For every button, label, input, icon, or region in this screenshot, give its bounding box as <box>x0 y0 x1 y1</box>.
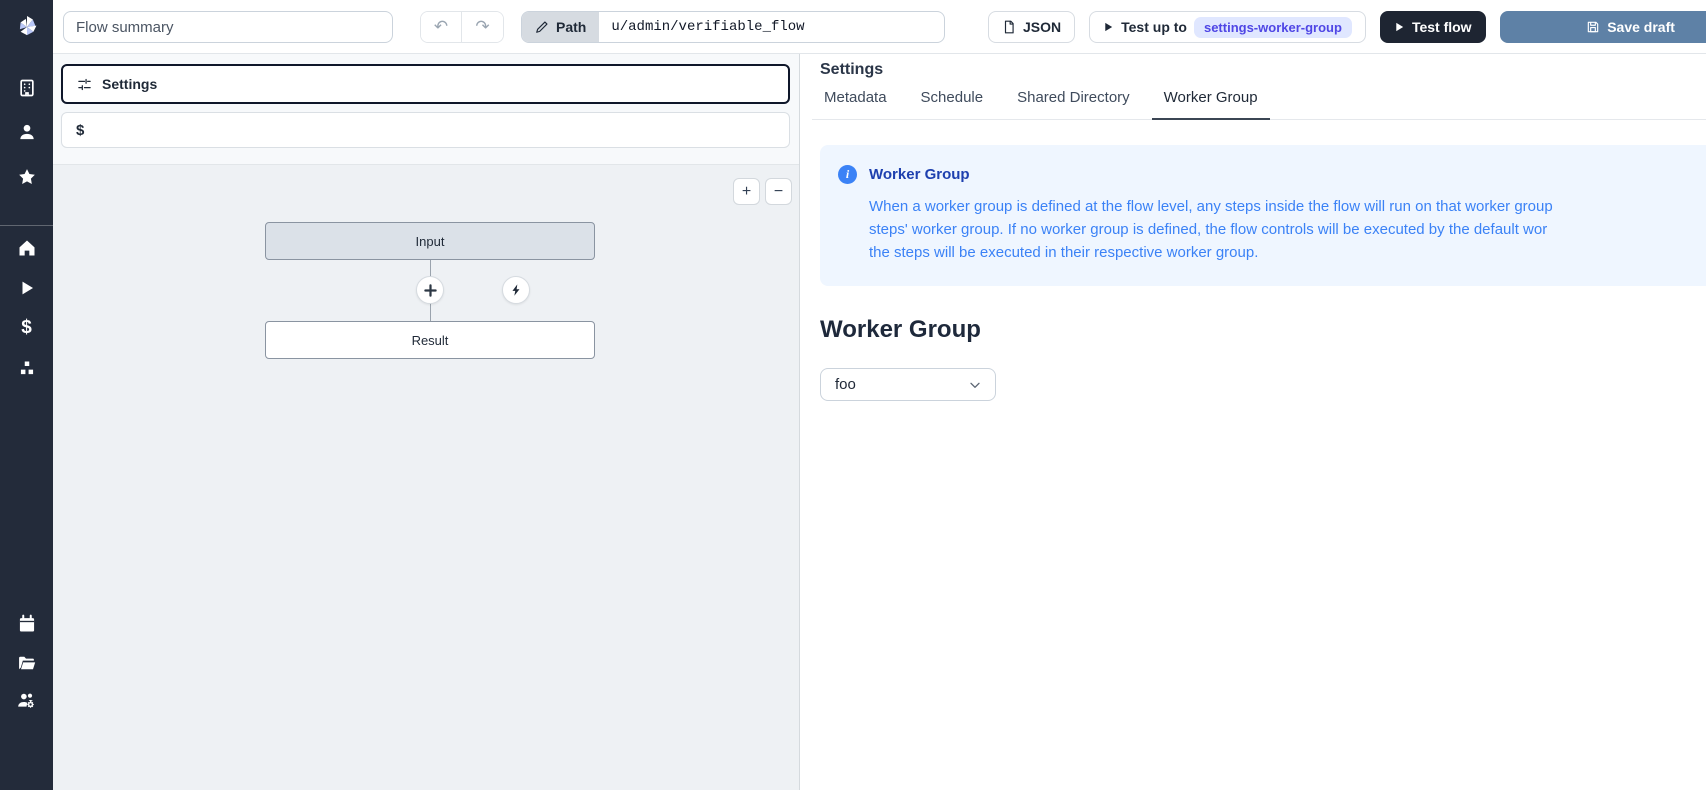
input-node[interactable]: Input <box>265 222 595 260</box>
undo-button[interactable]: ↶ <box>421 12 462 42</box>
path-control: Path u/admin/verifiable_flow <box>521 11 945 43</box>
flow-settings-label: Settings <box>102 76 157 92</box>
save-floppy-icon <box>1586 20 1600 34</box>
zap-icon <box>510 283 523 297</box>
variables-dollar-icon[interactable]: $ <box>0 312 53 344</box>
worker-group-section-title: Worker Group <box>820 316 981 344</box>
path-label: Path <box>556 19 586 35</box>
json-button[interactable]: JSON <box>988 11 1075 43</box>
redo-button[interactable]: ↷ <box>462 12 503 42</box>
test-up-to-label: Test up to <box>1121 19 1187 35</box>
tab-shared-directory[interactable]: Shared Directory <box>1005 89 1142 120</box>
info-line: When a worker group is defined at the fl… <box>869 195 1706 218</box>
flow-summary-input[interactable] <box>63 11 393 43</box>
runs-play-icon[interactable] <box>0 272 53 304</box>
flow-settings-item[interactable]: Settings <box>61 64 790 104</box>
settings-tabs: Metadata Schedule Shared Directory Worke… <box>812 89 1706 120</box>
tab-schedule[interactable]: Schedule <box>909 89 996 120</box>
test-up-to-button[interactable]: Test up to settings-worker-group <box>1089 11 1366 43</box>
info-box-title: Worker Group <box>869 166 970 183</box>
path-value[interactable]: u/admin/verifiable_flow <box>599 12 944 42</box>
info-box-header: i Worker Group <box>838 165 1706 184</box>
settings-panel: Settings Metadata Schedule Shared Direct… <box>800 54 1706 790</box>
info-line: steps' worker group. If no worker group … <box>869 218 1706 241</box>
sliders-icon <box>77 77 92 92</box>
windmill-flow-editor: $ <box>0 0 1706 794</box>
worker-group-info-box: i Worker Group When a worker group is de… <box>820 145 1706 286</box>
save-draft-button[interactable]: Save draft <box>1500 11 1706 43</box>
info-icon: i <box>838 165 857 184</box>
sidebar: $ <box>0 0 53 790</box>
resources-boxes-icon[interactable] <box>0 352 53 384</box>
home-icon[interactable] <box>0 232 53 264</box>
test-flow-label: Test flow <box>1412 19 1472 35</box>
topbar-actions: JSON Test up to settings-worker-group Te… <box>988 11 1706 43</box>
user-icon[interactable] <box>0 116 53 148</box>
workspace-building-icon[interactable] <box>0 72 53 104</box>
edit-path-button[interactable]: Path <box>522 12 599 42</box>
topbar: ↶ ↷ Path u/admin/verifiable_flow JSON <box>53 0 1706 54</box>
folders-open-icon[interactable] <box>0 647 53 679</box>
workers-users-cog-icon[interactable] <box>0 684 53 716</box>
test-flow-button[interactable]: Test flow <box>1380 11 1486 43</box>
zoom-out-button[interactable]: − <box>765 178 792 205</box>
favorites-star-icon[interactable] <box>0 161 53 193</box>
file-json-icon <box>1002 20 1016 34</box>
trigger-zap-button[interactable] <box>502 276 530 304</box>
tab-worker-group[interactable]: Worker Group <box>1152 89 1270 120</box>
chevron-down-icon <box>967 377 983 393</box>
dollar-icon: $ <box>76 122 84 139</box>
tab-metadata[interactable]: Metadata <box>812 89 899 120</box>
worker-group-select-value: foo <box>835 376 967 393</box>
add-step-button[interactable] <box>416 276 444 304</box>
worker-group-select[interactable]: foo <box>820 368 996 401</box>
info-line: the steps will be executed in their resp… <box>869 241 1706 264</box>
flow-graph-canvas[interactable]: + − Input Result <box>53 164 799 790</box>
all-static-inputs-item[interactable]: $ <box>61 112 790 148</box>
settings-panel-title: Settings <box>820 61 883 79</box>
play-icon <box>1103 21 1114 33</box>
pencil-icon <box>535 20 549 34</box>
zoom-in-button[interactable]: + <box>733 178 760 205</box>
schedules-calendar-icon[interactable] <box>0 608 53 640</box>
result-node[interactable]: Result <box>265 321 595 359</box>
sidebar-divider <box>0 225 53 226</box>
plus-icon <box>424 284 437 297</box>
windmill-logo-icon[interactable] <box>0 0 53 53</box>
play-icon <box>1394 21 1405 33</box>
json-button-label: JSON <box>1023 19 1061 35</box>
save-draft-label: Save draft <box>1607 19 1675 35</box>
test-up-to-step-badge: settings-worker-group <box>1194 17 1352 38</box>
info-box-body: When a worker group is defined at the fl… <box>869 195 1706 264</box>
flow-editor-panel: Settings $ + − Input Result <box>53 54 800 790</box>
undo-redo-group: ↶ ↷ <box>420 11 504 43</box>
